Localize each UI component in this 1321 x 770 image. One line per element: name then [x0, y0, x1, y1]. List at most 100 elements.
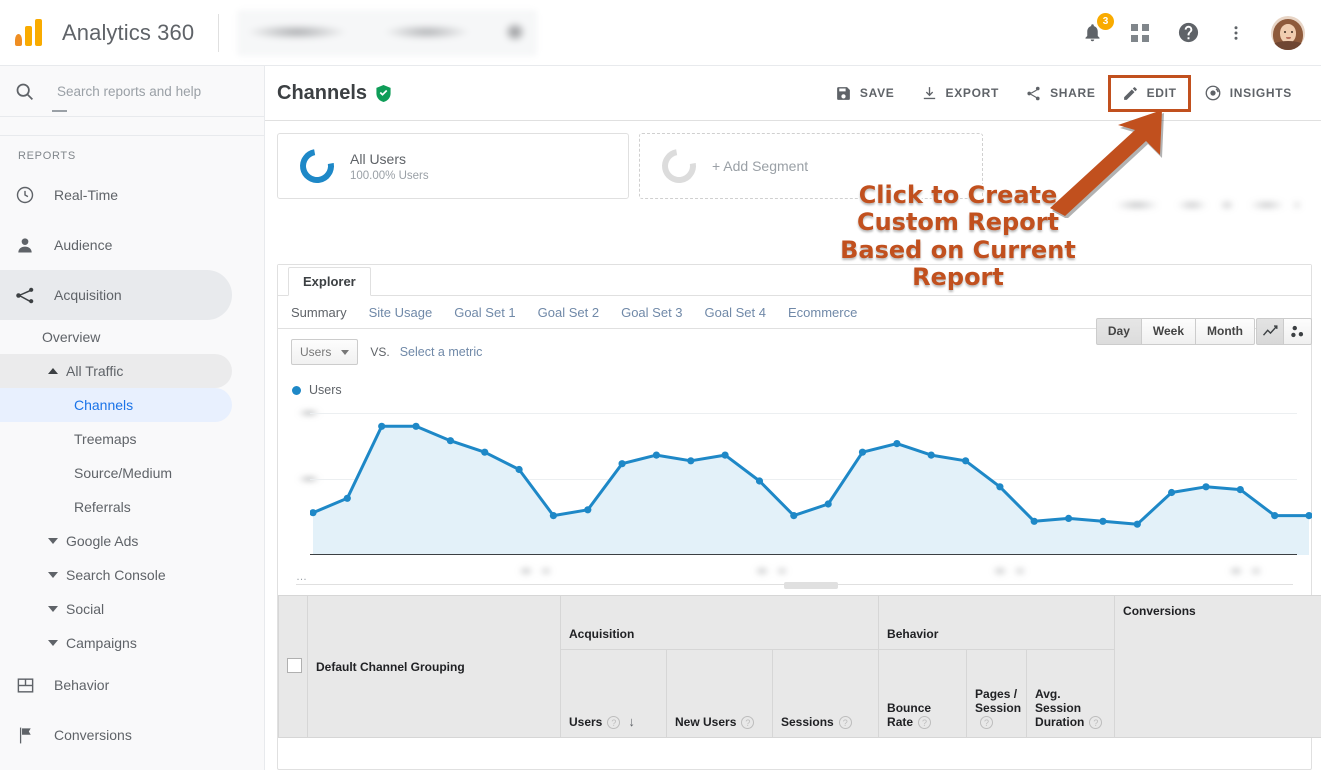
- save-icon: [835, 85, 852, 102]
- granularity-toggle: Day Week Month: [1096, 318, 1255, 345]
- chart-scroll-handle[interactable]: [784, 582, 838, 589]
- help-icon[interactable]: ?: [741, 716, 754, 729]
- sidebar-item-google-ads[interactable]: Google Ads: [0, 524, 232, 558]
- metric-header-sessions[interactable]: Sessions?: [773, 650, 879, 738]
- subtab-goal-set-1[interactable]: Goal Set 1: [454, 305, 515, 320]
- subtab-summary[interactable]: Summary: [291, 305, 347, 320]
- clock-icon: [14, 184, 36, 206]
- app-brand-title: Analytics 360: [62, 20, 194, 46]
- subtab-goal-set-2[interactable]: Goal Set 2: [538, 305, 599, 320]
- behavior-icon: [14, 674, 36, 696]
- segment-title: All Users: [350, 151, 429, 167]
- metric-header-new-users[interactable]: New Users?: [667, 650, 773, 738]
- granularity-week[interactable]: Week: [1142, 318, 1196, 345]
- line-chart-icon[interactable]: [1256, 318, 1284, 345]
- sidebar-item-real-time[interactable]: Real-Time: [0, 170, 232, 220]
- sidebar-item-overview[interactable]: Overview: [0, 320, 232, 354]
- subtab-site-usage[interactable]: Site Usage: [369, 305, 433, 320]
- subtab-goal-set-3[interactable]: Goal Set 3: [621, 305, 682, 320]
- legend-dot-users: [292, 386, 301, 395]
- segment-all-users[interactable]: All Users 100.00% Users: [277, 133, 629, 199]
- granularity-month[interactable]: Month: [1196, 318, 1255, 345]
- help-icon[interactable]: ?: [607, 716, 620, 729]
- edit-label: EDIT: [1147, 86, 1177, 100]
- sidebar-item-campaigns[interactable]: Campaigns: [0, 626, 232, 660]
- more-vert-icon[interactable]: [1223, 20, 1249, 46]
- sidebar-item-conversions[interactable]: Conversions: [0, 710, 232, 760]
- flag-icon: [14, 724, 36, 746]
- sidebar-search[interactable]: [0, 66, 264, 116]
- report-toolbar: SAVE EXPORT SHARE EDIT INSIGHTS: [822, 75, 1305, 111]
- metric-dropdown-value: Users: [300, 345, 331, 359]
- sidebar-item-all-traffic[interactable]: All Traffic: [0, 354, 232, 388]
- metric-dropdown[interactable]: Users: [291, 339, 358, 365]
- avatar[interactable]: [1271, 16, 1305, 50]
- metric-header-avg-session-duration[interactable]: Avg. Session Duration?: [1027, 650, 1115, 738]
- add-segment-button[interactable]: + Add Segment: [639, 133, 983, 199]
- sidebar-item-referrals[interactable]: Referrals: [0, 490, 232, 524]
- insights-label: INSIGHTS: [1230, 86, 1292, 100]
- shield-check-icon: [375, 84, 392, 103]
- sidebar-item-label: Overview: [42, 329, 100, 345]
- granularity-day[interactable]: Day: [1096, 318, 1142, 345]
- tab-explorer[interactable]: Explorer: [288, 267, 371, 296]
- metric-header-users[interactable]: Users?↓: [561, 650, 667, 738]
- search-icon: [14, 81, 35, 102]
- date-range-selector[interactable]: [1107, 194, 1307, 216]
- help-icon[interactable]: ?: [980, 716, 993, 729]
- save-label: SAVE: [860, 86, 895, 100]
- sidebar-item-treemaps[interactable]: Treemaps: [0, 422, 232, 456]
- chevron-down-icon: [48, 606, 58, 612]
- edit-button[interactable]: EDIT: [1109, 76, 1190, 111]
- sidebar-item-label: Search Console: [66, 567, 166, 583]
- export-label: EXPORT: [946, 86, 1000, 100]
- legend-label-users: Users: [309, 383, 342, 397]
- help-icon[interactable]: ?: [1089, 716, 1102, 729]
- account-property-selector[interactable]: [237, 10, 537, 56]
- subtab-goal-set-4[interactable]: Goal Set 4: [705, 305, 766, 320]
- select-all-checkbox[interactable]: [287, 658, 302, 673]
- chart-canvas: [310, 405, 1312, 555]
- help-icon[interactable]: [1175, 20, 1201, 46]
- sidebar: REPORTS Real-Time Audience Acquisition O…: [0, 66, 265, 770]
- select-a-metric-link[interactable]: Select a metric: [400, 345, 483, 359]
- export-icon: [921, 85, 938, 102]
- sidebar-item-label: Google Ads: [66, 533, 138, 549]
- export-button[interactable]: EXPORT: [908, 76, 1013, 111]
- share-button[interactable]: SHARE: [1012, 76, 1109, 111]
- sidebar-item-behavior[interactable]: Behavior: [0, 660, 232, 710]
- sidebar-item-search-console[interactable]: Search Console: [0, 558, 232, 592]
- sidebar-item-channels[interactable]: Channels: [0, 388, 232, 422]
- sidebar-item-label: All Traffic: [66, 363, 123, 379]
- sidebar-item-social[interactable]: Social: [0, 592, 232, 626]
- group-header-behavior: Behavior: [879, 596, 1115, 650]
- top-app-bar: Analytics 360 3: [0, 0, 1321, 66]
- insights-icon: [1204, 84, 1222, 102]
- notifications-bell-icon[interactable]: 3: [1079, 20, 1105, 46]
- save-button[interactable]: SAVE: [822, 76, 908, 111]
- sidebar-item-audience[interactable]: Audience: [0, 220, 232, 270]
- apps-grid-icon[interactable]: [1127, 20, 1153, 46]
- group-header-acquisition: Acquisition: [561, 596, 879, 650]
- subtab-ecommerce[interactable]: Ecommerce: [788, 305, 857, 320]
- dimension-header[interactable]: Default Channel Grouping: [308, 596, 561, 738]
- select-all-cell: [279, 596, 308, 738]
- sidebar-item-acquisition[interactable]: Acquisition: [0, 270, 232, 320]
- x-axis-ellipsis: …: [296, 571, 308, 583]
- report-table: Default Channel Grouping Acquisition Beh…: [278, 595, 1311, 769]
- sidebar-item-source-medium[interactable]: Source/Medium: [0, 456, 232, 490]
- sort-desc-icon[interactable]: ↓: [628, 714, 635, 729]
- search-input[interactable]: [55, 83, 235, 100]
- help-icon[interactable]: ?: [918, 716, 931, 729]
- scatter-chart-icon[interactable]: [1284, 318, 1312, 345]
- metric-header-bounce-rate[interactable]: Bounce Rate?: [879, 650, 967, 738]
- help-icon[interactable]: ?: [839, 716, 852, 729]
- metric-header-pages-session[interactable]: Pages / Session?: [967, 650, 1027, 738]
- sidebar-partial-item[interactable]: [0, 117, 264, 135]
- analytics-logo-icon: [14, 16, 48, 50]
- users-line-chart[interactable]: [292, 405, 1297, 555]
- x-axis-label-2: [750, 565, 802, 578]
- insights-button[interactable]: INSIGHTS: [1191, 75, 1305, 111]
- sidebar-item-label: Conversions: [54, 727, 132, 743]
- x-axis-label-3: [988, 565, 1040, 578]
